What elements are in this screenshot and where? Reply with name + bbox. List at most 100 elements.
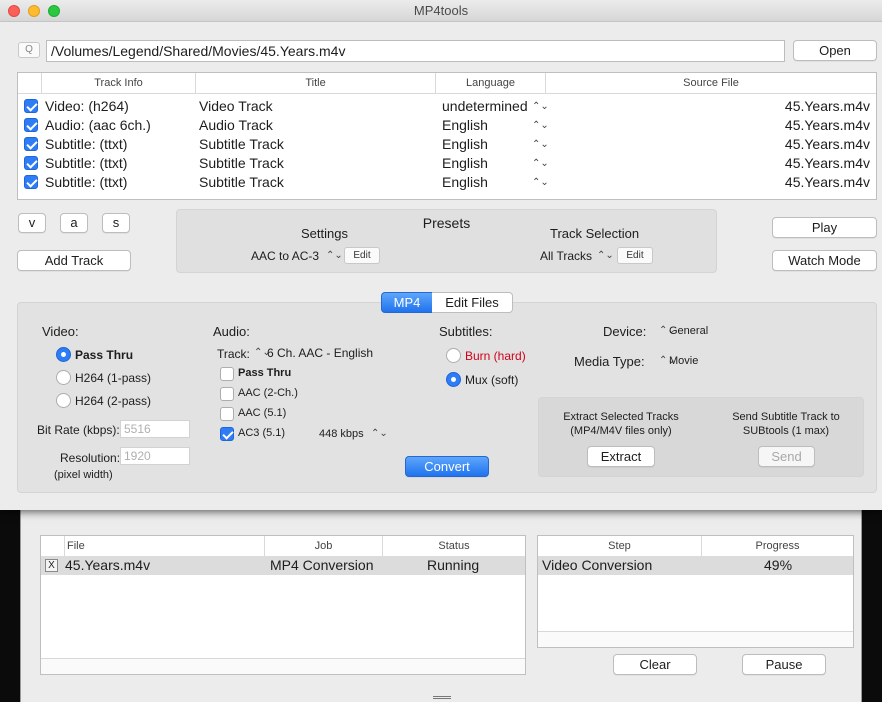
track-info: Subtitle: (ttxt) <box>45 136 128 152</box>
subtitle-burn-label[interactable]: Burn (hard) <box>465 349 526 363</box>
track-title[interactable]: Subtitle Track <box>199 173 284 192</box>
send-button[interactable]: Send <box>758 446 815 467</box>
audio-passthru-label[interactable]: Pass Thru <box>238 367 291 379</box>
add-track-button[interactable]: Add Track <box>17 250 131 271</box>
language-stepper-icon[interactable]: ⌃⌄ <box>532 154 549 173</box>
audio-bitrate-popup[interactable]: 448 kbps <box>319 428 364 440</box>
track-checkbox[interactable] <box>24 118 38 132</box>
track-language[interactable]: English <box>442 135 488 154</box>
track-checkbox[interactable] <box>24 99 38 113</box>
track-row[interactable]: Subtitle: (ttxt) Subtitle Track English … <box>18 173 876 192</box>
queue-header-file[interactable]: File <box>65 536 265 556</box>
track-title[interactable]: Subtitle Track <box>199 135 284 154</box>
edit-track-selection-button[interactable]: Edit <box>617 247 653 264</box>
track-source: 45.Years.m4v <box>784 174 870 190</box>
device-label: Device: <box>603 324 647 339</box>
tracks-header-title[interactable]: Title <box>196 73 436 93</box>
add-video-track-button[interactable]: v <box>18 213 46 233</box>
video-h264-1pass-radio[interactable] <box>56 370 71 385</box>
edit-settings-button[interactable]: Edit <box>344 247 380 264</box>
track-language[interactable]: undetermined <box>442 97 528 116</box>
track-row[interactable]: Video: (h264) Video Track undetermined ⌃… <box>18 97 876 116</box>
clear-button[interactable]: Clear <box>613 654 697 675</box>
track-checkbox[interactable] <box>24 175 38 189</box>
device-popup[interactable]: General <box>669 325 708 337</box>
subtitle-mux-label[interactable]: Mux (soft) <box>465 373 518 387</box>
extract-button[interactable]: Extract <box>587 446 655 467</box>
track-language[interactable]: English <box>442 154 488 173</box>
file-path-field[interactable]: /Volumes/Legend/Shared/Movies/45.Years.m… <box>46 40 785 62</box>
track-language[interactable]: English <box>442 173 488 192</box>
track-info: Subtitle: (ttxt) <box>45 174 128 190</box>
language-stepper-icon[interactable]: ⌃⌄ <box>532 116 549 135</box>
subtitle-burn-radio[interactable] <box>446 348 461 363</box>
audio-aac-2ch-label[interactable]: AAC (2-Ch.) <box>238 387 298 399</box>
track-language[interactable]: English <box>442 116 488 135</box>
track-row[interactable]: Subtitle: (ttxt) Subtitle Track English … <box>18 154 876 173</box>
resolution-input[interactable]: 1920 <box>120 447 190 465</box>
subtitle-mux-radio[interactable] <box>446 372 461 387</box>
queue-header-status[interactable]: Status <box>383 536 525 556</box>
queue-row[interactable]: X 45.Years.m4v MP4 Conversion Running <box>41 556 525 575</box>
language-stepper-icon[interactable]: ⌃⌄ <box>532 97 549 116</box>
queue-file: 45.Years.m4v <box>65 557 151 573</box>
watch-mode-button[interactable]: Watch Mode <box>772 250 877 271</box>
pause-button[interactable]: Pause <box>742 654 826 675</box>
language-stepper-icon[interactable]: ⌃⌄ <box>532 135 549 154</box>
progress-table: Step Progress Video Conversion 49% <box>537 535 854 648</box>
track-info: Audio: (aac 6ch.) <box>45 117 151 133</box>
convert-button[interactable]: Convert <box>405 456 489 477</box>
audio-bitrate-arrows-icon[interactable]: ⌃⌄ <box>371 428 388 439</box>
video-h264-2pass-radio[interactable] <box>56 393 71 408</box>
settings-popup[interactable]: AAC to AC-3 <box>251 249 319 263</box>
audio-track-popup[interactable]: 6 Ch. AAC - English <box>267 346 373 360</box>
language-stepper-icon[interactable]: ⌃⌄ <box>532 173 549 192</box>
settings-popup-arrows-icon[interactable]: ⌃⌄ <box>326 250 343 261</box>
open-button[interactable]: Open <box>793 40 877 61</box>
track-selection-arrows-icon[interactable]: ⌃⌄ <box>597 250 614 261</box>
tracks-header-source[interactable]: Source File <box>546 73 876 93</box>
audio-aac-51-checkbox[interactable] <box>220 407 234 421</box>
progress-scrollbar[interactable] <box>538 631 853 647</box>
subtitles-label: Subtitles: <box>439 324 493 339</box>
tracks-header-language[interactable]: Language <box>436 73 546 93</box>
resolution-label: Resolution: <box>60 451 121 465</box>
track-title[interactable]: Audio Track <box>199 116 273 135</box>
media-type-popup[interactable]: Movie <box>669 355 698 367</box>
video-passthru-radio[interactable] <box>56 347 71 362</box>
progress-header-progress[interactable]: Progress <box>702 536 853 556</box>
audio-ac3-51-checkbox[interactable] <box>220 427 234 441</box>
track-title[interactable]: Subtitle Track <box>199 154 284 173</box>
audio-aac-2ch-checkbox[interactable] <box>220 387 234 401</box>
track-checkbox[interactable] <box>24 156 38 170</box>
audio-label: Audio: <box>213 324 250 339</box>
video-h264-2pass-label[interactable]: H264 (2-pass) <box>75 394 151 408</box>
audio-aac-51-label[interactable]: AAC (5.1) <box>238 407 286 419</box>
progress-header-step[interactable]: Step <box>538 536 702 556</box>
add-subtitle-track-button[interactable]: s <box>102 213 130 233</box>
tracks-header-info[interactable]: Track Info <box>42 73 196 93</box>
track-info: Video: (h264) <box>45 98 129 114</box>
progress-value: 49% <box>764 557 793 573</box>
play-button[interactable]: Play <box>772 217 877 238</box>
video-h264-1pass-label[interactable]: H264 (1-pass) <box>75 371 151 385</box>
track-checkbox[interactable] <box>24 137 38 151</box>
audio-ac3-51-label[interactable]: AC3 (5.1) <box>238 427 285 439</box>
track-source: 45.Years.m4v <box>784 117 870 133</box>
track-title[interactable]: Video Track <box>199 97 273 116</box>
bitrate-input[interactable]: 5516 <box>120 420 190 438</box>
queue-header-job[interactable]: Job <box>265 536 383 556</box>
track-row[interactable]: Audio: (aac 6ch.) Audio Track English ⌃⌄… <box>18 116 876 135</box>
progress-row[interactable]: Video Conversion 49% <box>538 556 853 575</box>
tab-mp4[interactable]: MP4 <box>381 292 433 313</box>
track-selection-popup[interactable]: All Tracks <box>540 249 592 263</box>
video-passthru-label[interactable]: Pass Thru <box>75 348 133 362</box>
tab-edit-files[interactable]: Edit Files <box>432 292 513 313</box>
queue-scrollbar[interactable] <box>41 658 525 674</box>
search-icon[interactable]: Q <box>18 42 40 58</box>
resize-handle[interactable] <box>433 696 451 699</box>
remove-job-button[interactable]: X <box>45 559 58 572</box>
track-row[interactable]: Subtitle: (ttxt) Subtitle Track English … <box>18 135 876 154</box>
audio-passthru-checkbox[interactable] <box>220 367 234 381</box>
add-audio-track-button[interactable]: a <box>60 213 88 233</box>
